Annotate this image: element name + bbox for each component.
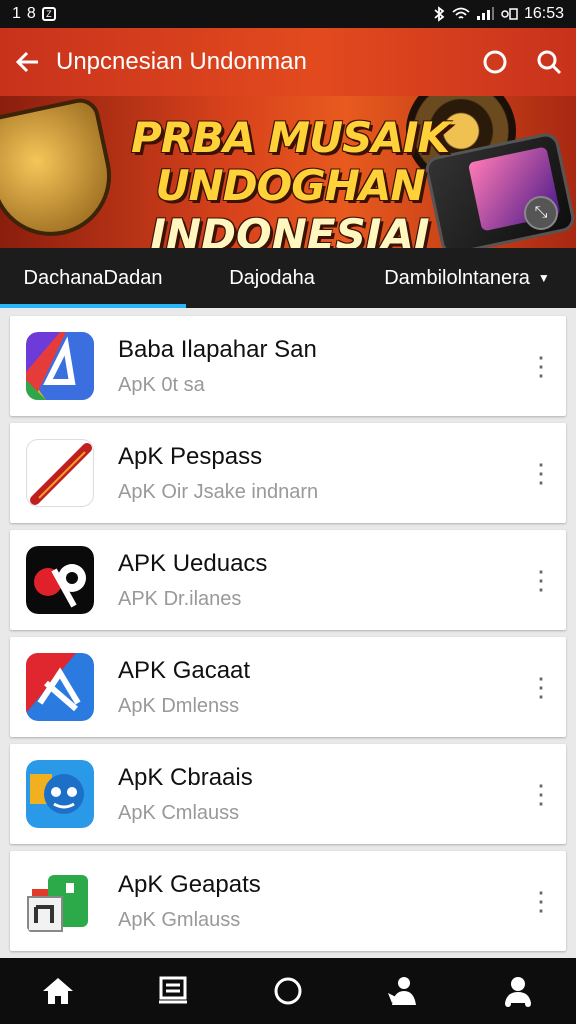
app-text: APK Ueduacs APK Dr.ilanes [118, 550, 516, 611]
status-left-text: 1 [12, 5, 21, 22]
arrow-left-icon [16, 51, 38, 73]
profile-icon [505, 977, 532, 1007]
list-item[interactable]: APK Ueduacs APK Dr.ilanes ⋮ [10, 530, 566, 630]
app-subtitle: APK Dr.ilanes [118, 587, 242, 610]
more-vert-icon: ⋮ [528, 564, 554, 595]
more-options-button[interactable]: ⋮ [516, 744, 566, 844]
app-subtitle: ApK Cmlauss [118, 801, 240, 824]
people-icon [388, 977, 417, 1005]
home-icon [42, 978, 73, 1004]
app-text: ApK Pespass ApK Oir Jsake indnarn [118, 443, 516, 504]
app-text: ApK Cbraais ApK Cmlauss [118, 764, 516, 825]
more-options-button[interactable]: ⋮ [516, 423, 566, 523]
app-title: Baba Ilapahar San [118, 335, 317, 363]
app-list: Baba Ilapahar San ApK 0t sa ⋮ ApK Pespas… [0, 308, 576, 958]
search-button[interactable] [522, 28, 576, 96]
app-subtitle: ApK 0t sa [118, 373, 205, 396]
more-vert-icon: ⋮ [528, 457, 554, 488]
status-left-digit: 8 [26, 5, 36, 22]
tab-3-dropdown[interactable]: Dambilolntanera ▼ [358, 248, 576, 308]
app-text: Baba Ilapahar San ApK 0t sa [118, 336, 516, 397]
more-options-button[interactable]: ⋮ [516, 637, 566, 737]
banner-headline: PRBA MUSAIK UNDOGHAN INDONESIAI [20, 113, 560, 248]
list-item[interactable]: ApK Pespass ApK Oir Jsake indnarn ⋮ [10, 423, 566, 523]
more-vert-icon: ⋮ [528, 885, 554, 916]
tab-label: Dajodaha [229, 266, 315, 289]
back-button[interactable] [0, 28, 56, 96]
green-bag-icon [26, 867, 94, 935]
more-vert-icon: ⋮ [528, 671, 554, 702]
tab-label: Dambilolntanera [384, 266, 530, 289]
more-options-button[interactable]: ⋮ [516, 851, 566, 951]
banner-line-2: INDONESIAI [150, 209, 430, 248]
wifi-icon [452, 7, 470, 19]
expand-button[interactable]: ⤡ [524, 196, 558, 230]
circle-button[interactable] [468, 28, 522, 96]
tab-bar: DachanaDadan Dajodaha Dambilolntanera ▼ [0, 248, 576, 308]
blue-mascot-icon [26, 760, 94, 828]
more-vert-icon: ⋮ [528, 778, 554, 809]
promo-banner[interactable]: PRBA MUSAIK UNDOGHAN INDONESIAI ⤡ [0, 96, 576, 248]
list-item[interactable]: ApK Geapats ApK Gmlauss ⋮ [10, 851, 566, 951]
nav-list[interactable] [133, 958, 213, 1024]
more-options-button[interactable]: ⋮ [516, 530, 566, 630]
expand-icon: ⤡ [534, 204, 548, 221]
bluetooth-icon [434, 6, 445, 22]
status-right: 16:53 [432, 5, 564, 23]
app-title: Unpcnesian Undonman [56, 48, 307, 75]
nav-people[interactable] [363, 958, 443, 1024]
banner-line-1: PRBA MUSAIK UNDOGHAN [130, 113, 450, 211]
notification-icon: Z [41, 7, 56, 21]
scissors-logo-icon [26, 546, 94, 614]
app-title: ApK Geapats [118, 870, 261, 898]
more-options-button[interactable]: ⋮ [516, 316, 566, 416]
tab-2[interactable]: Dajodaha [186, 248, 358, 308]
status-time: 16:53 [523, 5, 564, 22]
list-item[interactable]: APK Gacaat ApK Dmlenss ⋮ [10, 637, 566, 737]
red-slash-icon [26, 439, 94, 507]
status-bar: 1 8 Z 16:53 [0, 0, 576, 28]
more-vert-icon: ⋮ [528, 350, 554, 381]
list-item[interactable]: Baba Ilapahar San ApK 0t sa ⋮ [10, 316, 566, 416]
battery-icon [501, 8, 518, 20]
triangle-a-icon [26, 332, 94, 400]
app-subtitle: ApK Dmlenss [118, 694, 240, 717]
bottom-nav [0, 958, 576, 1024]
app-subtitle: ApK Gmlauss [118, 908, 241, 931]
app-bar: Unpcnesian Undonman [0, 28, 576, 96]
red-blue-x-icon [26, 653, 94, 721]
circle-nav-icon [274, 977, 302, 1005]
app-title: APK Gacaat [118, 656, 251, 684]
app-subtitle: ApK Oir Jsake indnarn [118, 480, 319, 503]
app-text: APK Gacaat ApK Dmlenss [118, 657, 516, 718]
caret-down-icon: ▼ [537, 271, 550, 285]
list-item[interactable]: ApK Cbraais ApK Cmlauss ⋮ [10, 744, 566, 844]
status-left: 1 8 Z [12, 5, 56, 23]
app-text: ApK Geapats ApK Gmlauss [118, 871, 516, 932]
app-title: ApK Cbraais [118, 763, 253, 791]
nav-home[interactable] [18, 958, 98, 1024]
tab-label: DachanaDadan [23, 266, 163, 289]
tab-1[interactable]: DachanaDadan [0, 248, 186, 308]
signal-icon [476, 7, 494, 20]
circle-icon [483, 50, 507, 74]
search-icon [537, 50, 562, 75]
document-icon [158, 976, 187, 1004]
app-title: ApK Pespass [118, 442, 263, 470]
nav-circle[interactable] [248, 958, 328, 1024]
app-title: APK Ueduacs [118, 549, 268, 577]
nav-profile[interactable] [478, 958, 558, 1024]
